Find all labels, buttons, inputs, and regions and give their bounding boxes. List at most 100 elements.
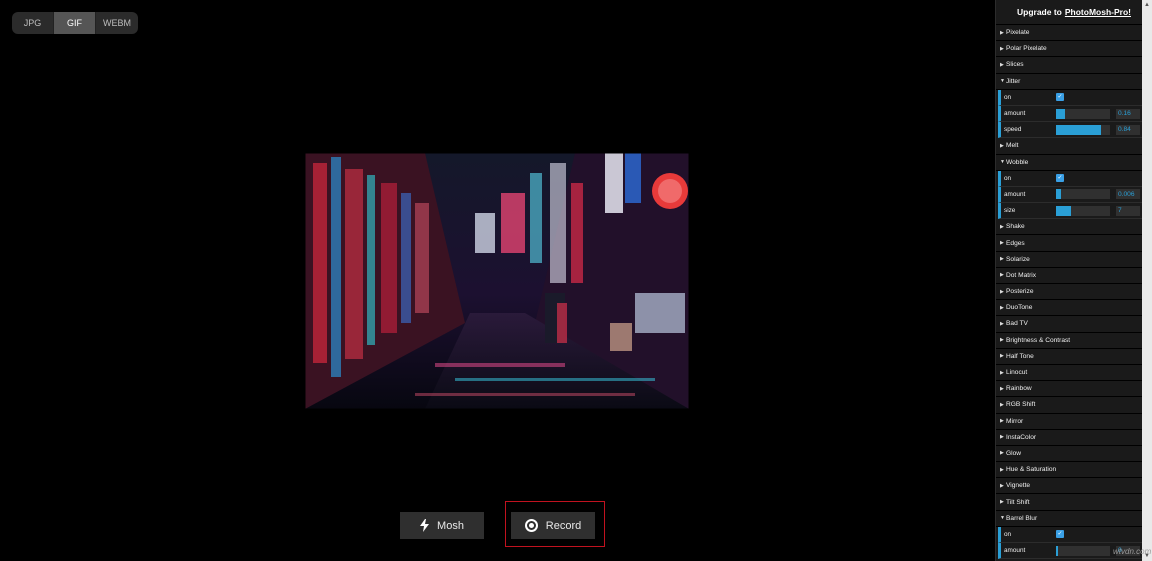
value-input[interactable]: 7 <box>1116 205 1140 216</box>
effect-folder-label: Jitter <box>1006 77 1021 85</box>
control-label: speed <box>1004 126 1022 134</box>
effect-folder-label: Barrel Blur <box>1006 514 1038 522</box>
effect-folder-label: Shake <box>1006 223 1025 231</box>
effect-control-row: size 7 <box>998 203 1142 220</box>
effect-folder[interactable]: ▶ Brightness & Contrast <box>996 332 1142 349</box>
effect-folder[interactable]: ▶ Melt <box>996 138 1142 155</box>
tab-jpg[interactable]: JPG <box>12 12 54 34</box>
record-icon <box>524 519 538 532</box>
effect-folder-label: Slices <box>1006 61 1024 69</box>
value-slider[interactable] <box>1056 205 1110 216</box>
effect-folder[interactable]: ▶ Rainbow <box>996 381 1142 398</box>
lightning-icon <box>420 519 430 532</box>
effect-folder-label: Bad TV <box>1006 320 1028 328</box>
effect-folder-label: Hue & Saturation <box>1006 466 1057 474</box>
effect-folder[interactable]: ▶ Polar Pixelate <box>996 41 1142 58</box>
effect-folder-label: Tilt Shift <box>1006 498 1030 506</box>
effect-folder-label: Vignette <box>1006 482 1031 490</box>
effect-control-row: on ✓ <box>998 170 1142 187</box>
effect-folder[interactable]: ▶ Linocut <box>996 364 1142 382</box>
watermark: wtvdn.com <box>1113 547 1152 556</box>
enabled-checkbox[interactable]: ✓ <box>1056 174 1064 183</box>
effect-folder[interactable]: ▶ InstaColor <box>996 429 1142 446</box>
record-label: Record <box>545 519 582 532</box>
slider-fill <box>1056 189 1062 200</box>
effect-folder[interactable]: ▶ Posterize <box>996 284 1142 301</box>
effect-folder[interactable]: ▶ RGB Shift <box>996 397 1142 414</box>
value-input[interactable]: 0.16 <box>1116 108 1140 119</box>
slider-fill <box>1056 545 1058 556</box>
effect-folder[interactable]: ▶ Shake <box>996 219 1142 236</box>
tab-webm[interactable]: WEBM <box>96 12 138 34</box>
effect-folder[interactable]: ▼ Barrel Blur <box>996 510 1142 527</box>
effect-folder-label: Posterize <box>1006 288 1034 296</box>
upgrade-link[interactable]: PhotoMosh-Pro! <box>1065 7 1131 17</box>
effect-folder[interactable]: ▶ Tilt Shift <box>996 494 1142 511</box>
value-slider[interactable] <box>1056 545 1110 556</box>
effect-folder[interactable]: ▶ Edges <box>996 235 1142 252</box>
scrollbar[interactable]: ▲ ▼ <box>1142 0 1152 561</box>
effect-folder[interactable]: ▶ Vignette <box>996 478 1142 495</box>
effect-folder-label: Brightness & Contrast <box>1006 336 1071 344</box>
effect-folder-label: DuoTone <box>1006 304 1033 312</box>
effect-folder-label: Glow <box>1006 449 1022 457</box>
effect-folder[interactable]: ▶ Half Tone <box>996 348 1142 365</box>
effects-panel: Upgrade to PhotoMosh-Pro! ▶ Pixelate ▶ Pola… <box>995 0 1152 561</box>
effect-folder[interactable]: ▶ Dot Matrix <box>996 267 1142 284</box>
slider-fill <box>1056 124 1102 135</box>
tab-gif[interactable]: GIF <box>54 12 96 34</box>
slider-fill <box>1056 205 1072 216</box>
effect-control-row: amount 0.006 <box>998 186 1142 204</box>
effect-folder-label: Linocut <box>1006 369 1028 377</box>
effect-folder[interactable]: ▼ Wobble <box>996 154 1142 171</box>
control-label: amount <box>1004 190 1026 198</box>
control-label: on <box>1004 174 1012 182</box>
effect-folder-label: Half Tone <box>1006 352 1034 360</box>
effects-list: ▶ Pixelate ▶ Polar Pixelate ▶ Slices ▼ Jitter on… <box>996 25 1152 560</box>
effect-folder[interactable]: ▶ Slices <box>996 57 1142 74</box>
effect-folder-label: Solarize <box>1006 255 1030 263</box>
effect-folder-label: Rainbow <box>1006 385 1032 393</box>
record-button[interactable]: Record <box>511 512 595 539</box>
effect-folder-label: Melt <box>1006 142 1019 150</box>
effect-folder[interactable]: ▶ Solarize <box>996 251 1142 268</box>
effect-folder-label: Pixelate <box>1006 29 1030 37</box>
effect-control-row: speed 0.84 <box>998 122 1142 139</box>
effect-folder-label: Dot Matrix <box>1006 271 1037 279</box>
mosh-button[interactable]: Mosh <box>400 512 484 539</box>
moshed-image-preview <box>305 153 689 409</box>
value-input[interactable]: 0.006 <box>1116 189 1140 200</box>
scroll-up-icon[interactable]: ▲ <box>1144 2 1150 8</box>
control-label: on <box>1004 530 1012 538</box>
enabled-checkbox[interactable]: ✓ <box>1056 93 1064 102</box>
effect-control-row: on ✓ <box>998 526 1142 543</box>
editor-stage: JPG GIF WEBM Mosh Record <box>0 0 995 561</box>
value-slider[interactable] <box>1056 124 1110 135</box>
format-tabs: JPG GIF WEBM <box>12 12 138 34</box>
effect-folder-label: Wobble <box>1006 158 1029 166</box>
slider-fill <box>1056 108 1065 119</box>
effect-folder-label: Edges <box>1006 239 1025 247</box>
value-slider[interactable] <box>1056 108 1110 119</box>
effect-folder-label: InstaColor <box>1006 433 1037 441</box>
effect-folder-label: RGB Shift <box>1006 401 1036 409</box>
effect-folder-label: Polar Pixelate <box>1006 45 1047 53</box>
glitch-street-image <box>305 153 689 409</box>
effect-folder[interactable]: ▶ Mirror <box>996 413 1142 430</box>
effect-folder[interactable]: ▶ Bad TV <box>996 316 1142 333</box>
control-label: amount <box>1004 110 1026 118</box>
effect-folder[interactable]: ▼ Jitter <box>996 73 1142 90</box>
effect-folder[interactable]: ▶ DuoTone <box>996 300 1142 317</box>
effect-folder[interactable]: ▶ Hue & Saturation <box>996 462 1142 479</box>
effect-folder[interactable]: ▶ Glow <box>996 445 1142 463</box>
effect-folder-label: Mirror <box>1006 417 1024 425</box>
control-label: on <box>1004 93 1012 101</box>
effect-folder[interactable]: ▶ Pixelate <box>996 25 1142 42</box>
effect-control-row: on ✓ <box>998 89 1142 106</box>
enabled-checkbox[interactable]: ✓ <box>1056 530 1064 539</box>
control-label: size <box>1004 207 1016 215</box>
value-input[interactable]: 0.84 <box>1116 124 1140 135</box>
mosh-label: Mosh <box>437 519 464 532</box>
value-slider[interactable] <box>1056 189 1110 200</box>
effect-control-row: amount 0.16 <box>998 105 1142 123</box>
